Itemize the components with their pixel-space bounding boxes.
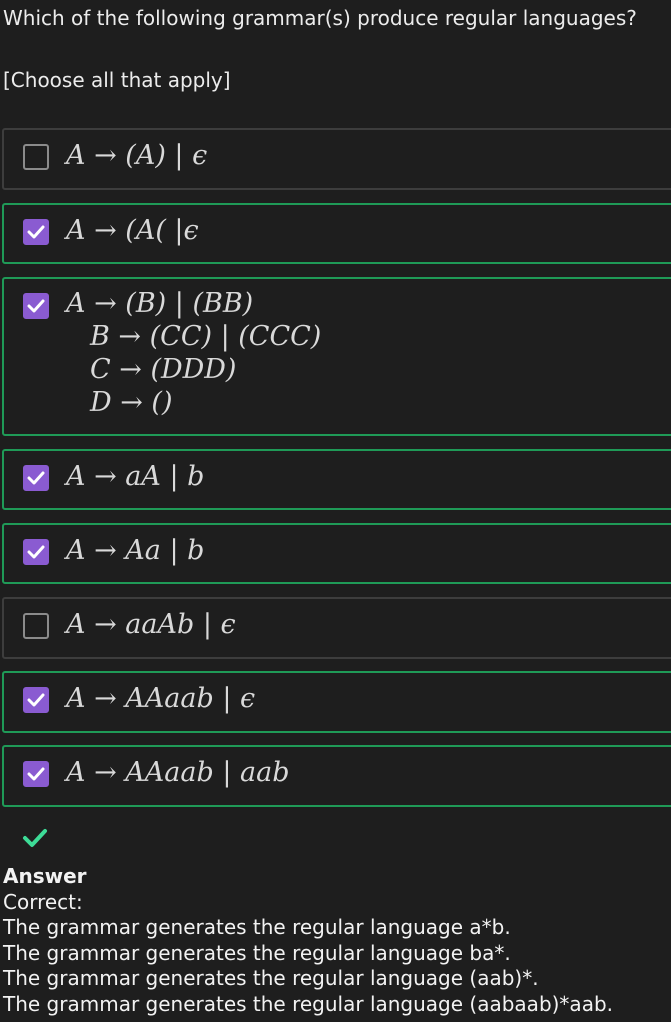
rule-line: D → ()	[90, 387, 173, 418]
checkbox-checked[interactable]	[23, 465, 49, 491]
rule-line: A → AAaab | ϵ	[66, 683, 256, 714]
grammar-rule: A → aaAb | ϵ	[66, 608, 236, 641]
checkmark-icon	[27, 767, 45, 781]
checkbox-checked[interactable]	[23, 293, 49, 319]
option-8[interactable]: A → AAaab | aab	[2, 745, 671, 807]
rule-line: A → (B) | (BB)	[66, 288, 254, 319]
instruction-text: [Choose all that apply]	[3, 68, 231, 92]
check-icon	[22, 827, 48, 853]
grammar-rule: A → (B) | (BB) B → (CC) | (CCC) C → (DDD…	[66, 287, 321, 419]
grammar-rule: A → (A) | ϵ	[66, 139, 207, 172]
option-3[interactable]: A → (B) | (BB) B → (CC) | (CCC) C → (DDD…	[2, 277, 671, 436]
grammar-rule: A → AAaab | ϵ	[66, 682, 255, 715]
checkmark-icon	[27, 545, 45, 559]
rule-line: A → (A( |ϵ	[66, 215, 199, 246]
answer-line: The grammar generates the regular langua…	[3, 966, 539, 990]
answer-status: Correct:	[3, 889, 83, 914]
rule-line: A → AAaab | aab	[66, 757, 290, 788]
checkbox-unchecked[interactable]	[23, 144, 49, 170]
option-5[interactable]: A → Aa | b	[2, 523, 671, 584]
grammar-rule: A → (A( |ϵ	[66, 214, 199, 247]
checkbox-unchecked[interactable]	[23, 613, 49, 639]
option-7[interactable]: A → AAaab | ϵ	[2, 671, 671, 733]
grammar-rule: A → aA | b	[66, 460, 204, 493]
rule-line: C → (DDD)	[90, 354, 237, 385]
checkmark-icon	[27, 471, 45, 485]
rule-line: A → Aa | b	[66, 535, 205, 566]
checkbox-checked[interactable]	[23, 687, 49, 713]
answer-line: The grammar generates the regular langua…	[3, 915, 511, 939]
rule-line: A → aA | b	[66, 461, 205, 492]
option-4[interactable]: A → aA | b	[2, 449, 671, 510]
answer-section: Answer Correct: The grammar generates th…	[3, 864, 613, 1017]
rule-line: B → (CC) | (CCC)	[90, 321, 322, 352]
option-1[interactable]: A → (A) | ϵ	[2, 128, 671, 190]
grammar-rule: A → AAaab | aab	[66, 756, 290, 789]
checkmark-icon	[27, 693, 45, 707]
answer-line: The grammar generates the regular langua…	[3, 940, 511, 965]
option-6[interactable]: A → aaAb | ϵ	[2, 597, 671, 659]
checkbox-checked[interactable]	[23, 539, 49, 565]
checkbox-checked[interactable]	[23, 761, 49, 787]
answer-heading: Answer	[3, 864, 87, 888]
option-2[interactable]: A → (A( |ϵ	[2, 203, 671, 264]
rule-line: A → (A) | ϵ	[66, 140, 208, 171]
rule-line: A → aaAb | ϵ	[66, 609, 236, 640]
checkmark-icon	[27, 225, 45, 239]
checkmark-icon	[27, 299, 45, 313]
checkbox-checked[interactable]	[23, 219, 49, 245]
answer-line: The grammar generates the regular langua…	[3, 991, 613, 1016]
grammar-rule: A → Aa | b	[66, 534, 204, 567]
question-text: Which of the following grammar(s) produc…	[3, 6, 637, 30]
